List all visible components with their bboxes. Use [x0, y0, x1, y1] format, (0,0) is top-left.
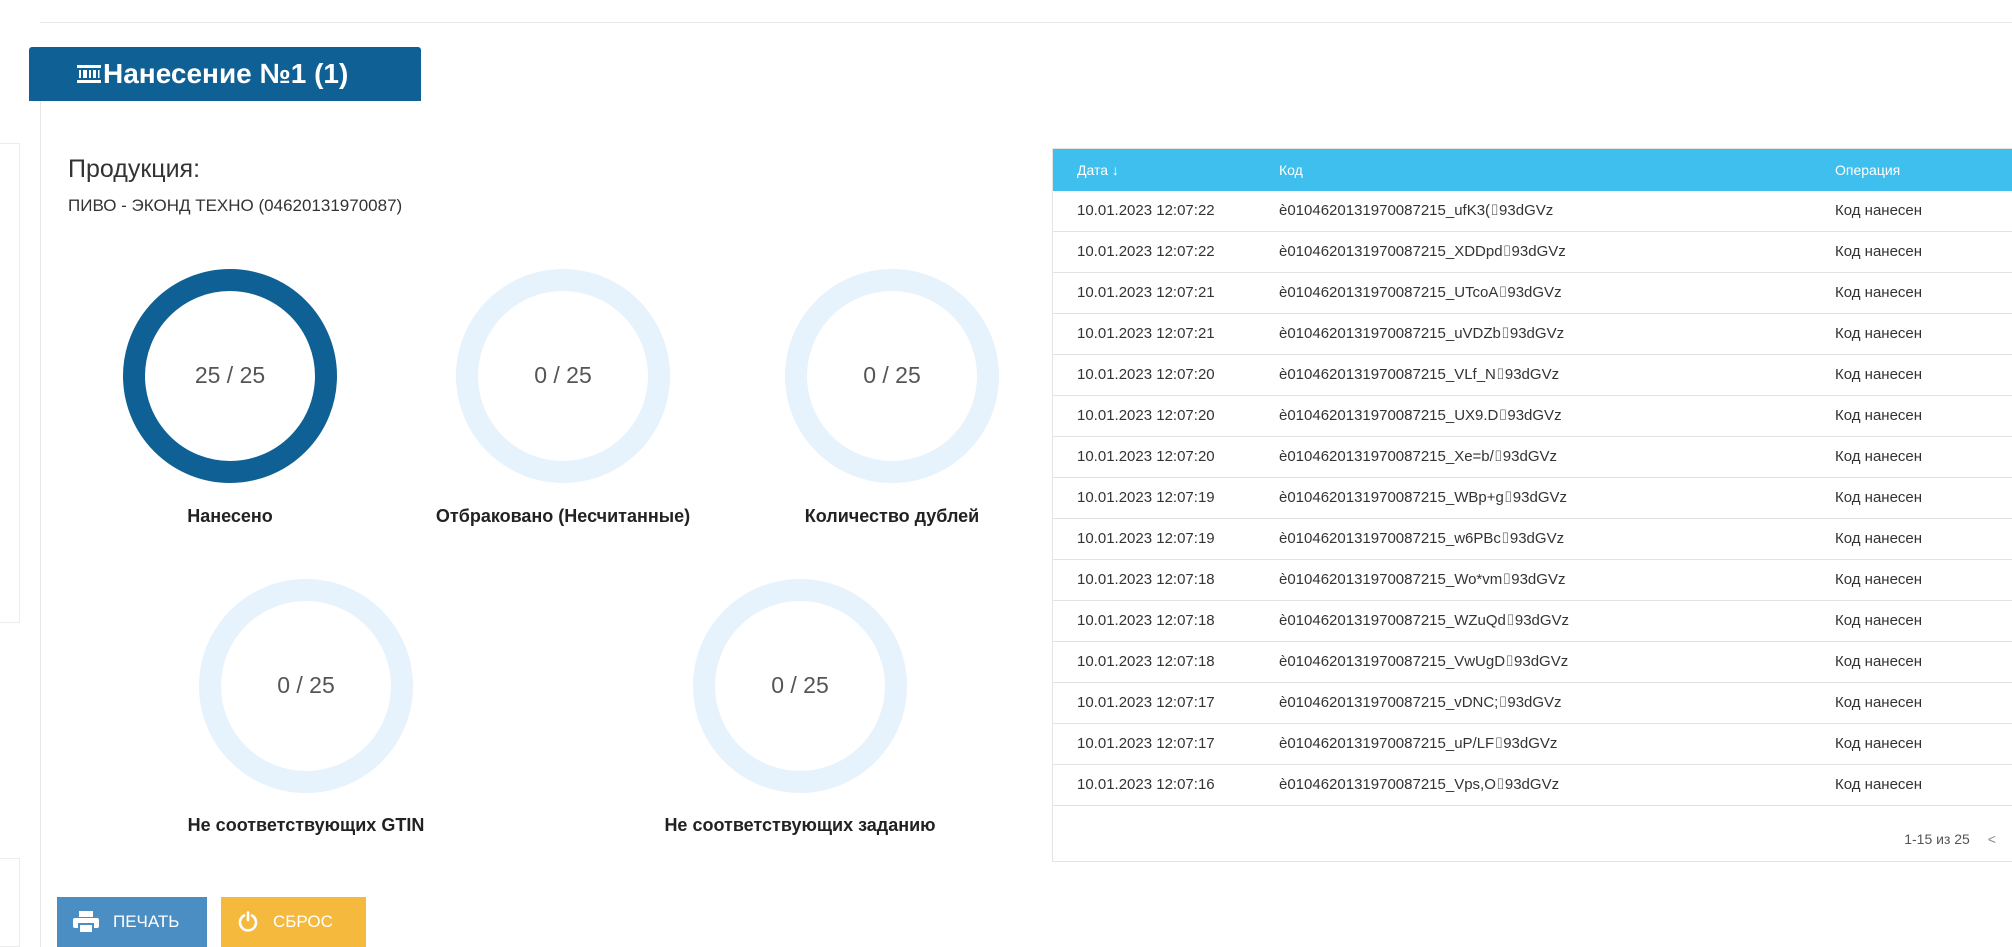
cell-date: 10.01.2023 12:07:17 [1077, 735, 1215, 752]
gauge-gtin-mismatch-label: Не соответствующих GTIN [187, 815, 425, 835]
product-name: ПИВО - ЭКОНД ТЕХНО (04620131970087) [68, 196, 403, 215]
cell-date: 10.01.2023 12:07:20 [1077, 366, 1215, 383]
reset-button[interactable]: СБРОС [221, 897, 366, 947]
cell-code: è0104620131970087215_Xe=b/⌷93dGVz [1279, 448, 1558, 465]
gauge-task-mismatch-label: Не соответствующих заданию [664, 815, 936, 835]
barcode-icon [77, 65, 101, 83]
table-row[interactable]: 10.01.2023 12:07:18 è0104620131970087215_… [1053, 560, 2012, 601]
cell-operation: Код нанесен [1835, 735, 1923, 752]
cell-code: è0104620131970087215_UX9.D⌷93dGVz [1279, 407, 1562, 424]
cell-code: è0104620131970087215_vDNC;⌷93dGVz [1279, 694, 1562, 711]
cell-operation: Код нанесен [1835, 571, 1923, 588]
cell-operation: Код нанесен [1835, 448, 1923, 465]
cell-operation: Код нанесен [1835, 530, 1923, 547]
table-row[interactable]: 10.01.2023 12:07:16 è0104620131970087215_… [1053, 765, 2012, 806]
printer-icon [73, 911, 99, 933]
gauge-duplicates-label: Количество дублей [804, 506, 980, 526]
cell-code: è0104620131970087215_WZuQd⌷93dGVz [1279, 612, 1570, 629]
column-header-operation[interactable]: Операция [1835, 149, 1900, 191]
table-row[interactable]: 10.01.2023 12:07:17 è0104620131970087215_… [1053, 683, 2012, 724]
gauge-duplicates: 0 / 25 [782, 266, 1002, 486]
cell-date: 10.01.2023 12:07:20 [1077, 448, 1215, 465]
pager-range: 1-15 из 25 [1904, 831, 1970, 847]
table-row[interactable]: 10.01.2023 12:07:22 è0104620131970087215_… [1053, 191, 2012, 232]
left-panel-edge-bottom [0, 858, 20, 947]
gauge-applied-label: Нанесено [187, 506, 273, 526]
table-row[interactable]: 10.01.2023 12:07:22 è0104620131970087215_… [1053, 232, 2012, 273]
power-icon [238, 911, 258, 932]
product-label: Продукция: [68, 155, 201, 183]
table-row[interactable]: 10.01.2023 12:07:21 è0104620131970087215_… [1053, 273, 2012, 314]
cell-operation: Код нанесен [1835, 489, 1923, 506]
cell-date: 10.01.2023 12:07:19 [1077, 489, 1215, 506]
table-row[interactable]: 10.01.2023 12:07:21 è0104620131970087215_… [1053, 314, 2012, 355]
table-row[interactable]: 10.01.2023 12:07:19 è0104620131970087215_… [1053, 478, 2012, 519]
cell-code: è0104620131970087215_w6PBc⌷93dGVz [1279, 530, 1565, 547]
table-pager: 1-15 из 25 < > [1904, 829, 2012, 849]
table-row[interactable]: 10.01.2023 12:07:18 è0104620131970087215_… [1053, 601, 2012, 642]
codes-table: Дата ↓ Код Операция 10.01.2023 12:07:22 è… [1052, 148, 2012, 862]
cell-date: 10.01.2023 12:07:16 [1077, 776, 1215, 793]
cell-operation: Код нанесен [1835, 366, 1923, 383]
cell-code: è0104620131970087215_uP/LF⌷93dGVz [1279, 735, 1558, 752]
cell-code: è0104620131970087215_Wo*vm⌷93dGVz [1279, 571, 1566, 588]
cell-operation: Код нанесен [1835, 407, 1923, 424]
job-header-tab: Нанесение №1 (1) [29, 47, 421, 101]
cell-date: 10.01.2023 12:07:21 [1077, 325, 1215, 342]
reset-button-label: СБРОС [273, 912, 333, 931]
table-row[interactable]: 10.01.2023 12:07:19 è0104620131970087215_… [1053, 519, 2012, 560]
gauge-gtin-mismatch: 0 / 25 [196, 576, 416, 796]
table-row[interactable]: 10.01.2023 12:07:20 è0104620131970087215_… [1053, 437, 2012, 478]
gauge-task-mismatch: 0 / 25 [690, 576, 910, 796]
cell-code: è0104620131970087215_uVDZb⌷93dGVz [1279, 325, 1565, 342]
cell-date: 10.01.2023 12:07:18 [1077, 571, 1215, 588]
cell-date: 10.01.2023 12:07:21 [1077, 284, 1215, 301]
cell-code: è0104620131970087215_VwUgD⌷93dGVz [1279, 653, 1569, 670]
cell-operation: Код нанесен [1835, 694, 1923, 711]
table-row[interactable]: 10.01.2023 12:07:17 è0104620131970087215_… [1053, 724, 2012, 765]
pager-prev-button[interactable]: < [1988, 831, 1996, 847]
column-header-date[interactable]: Дата ↓ [1077, 149, 1119, 191]
print-button[interactable]: ПЕЧАТЬ [57, 897, 207, 947]
cell-operation: Код нанесен [1835, 243, 1923, 260]
cell-date: 10.01.2023 12:07:22 [1077, 202, 1215, 219]
cell-code: è0104620131970087215_ufK3(⌷93dGVz [1279, 202, 1554, 219]
cell-date: 10.01.2023 12:07:18 [1077, 612, 1215, 629]
cell-date: 10.01.2023 12:07:22 [1077, 243, 1215, 260]
print-button-label: ПЕЧАТЬ [113, 912, 180, 931]
cell-code: è0104620131970087215_WBp+g⌷93dGVz [1279, 489, 1567, 506]
cell-operation: Код нанесен [1835, 653, 1923, 670]
cell-date: 10.01.2023 12:07:17 [1077, 694, 1215, 711]
cell-date: 10.01.2023 12:07:20 [1077, 407, 1215, 424]
cell-date: 10.01.2023 12:07:18 [1077, 653, 1215, 670]
table-row[interactable]: 10.01.2023 12:07:18 è0104620131970087215_… [1053, 642, 2012, 683]
cell-operation: Код нанесен [1835, 612, 1923, 629]
cell-code: è0104620131970087215_VLf_N⌷93dGVz [1279, 366, 1560, 383]
gauge-gtin-mismatch-value: 0 / 25 [277, 672, 335, 698]
cell-operation: Код нанесен [1835, 284, 1923, 301]
cell-code: è0104620131970087215_XDDpd⌷93dGVz [1279, 243, 1566, 260]
gauge-applied-value: 25 / 25 [194, 362, 266, 388]
table-row[interactable]: 10.01.2023 12:07:20 è0104620131970087215_… [1053, 396, 2012, 437]
cell-operation: Код нанесен [1835, 776, 1923, 793]
gauge-rejected: 0 / 25 [453, 266, 673, 486]
gauge-rejected-label: Отбраковано (Несчитанные) [435, 506, 691, 526]
gauge-duplicates-value: 0 / 25 [863, 362, 921, 388]
top-divider [40, 22, 2012, 23]
gauge-task-mismatch-value: 0 / 25 [771, 672, 829, 698]
gauge-rejected-value: 0 / 25 [534, 362, 592, 388]
job-title: Нанесение №1 (1) [103, 58, 349, 89]
cell-date: 10.01.2023 12:07:19 [1077, 530, 1215, 547]
cell-operation: Код нанесен [1835, 202, 1923, 219]
cell-operation: Код нанесен [1835, 325, 1923, 342]
table-header: Дата ↓ Код Операция [1053, 149, 2012, 191]
table-row[interactable]: 10.01.2023 12:07:20 è0104620131970087215_… [1053, 355, 2012, 396]
cell-code: è0104620131970087215_UTcoA⌷93dGVz [1279, 284, 1562, 301]
cell-code: è0104620131970087215_Vps,O⌷93dGVz [1279, 776, 1560, 793]
gauge-applied: 25 / 25 [120, 266, 340, 486]
column-header-code[interactable]: Код [1279, 149, 1303, 191]
left-panel-edge [0, 143, 20, 623]
